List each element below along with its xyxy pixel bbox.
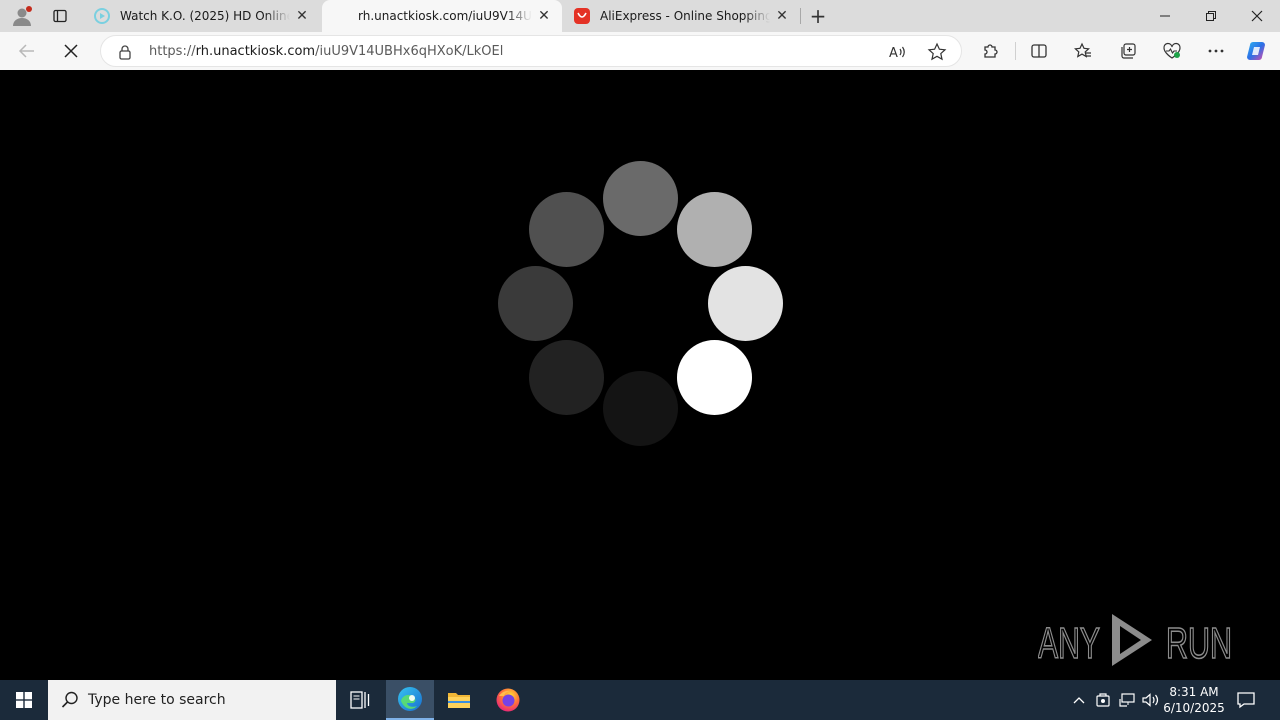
windows-taskbar: Type here to search 8:31 AM 6/10/2025 (0, 680, 1280, 720)
aliexpress-icon (574, 8, 590, 24)
chevron-up-icon (1073, 697, 1085, 704)
anyrun-watermark: ANY RUN (1038, 614, 1233, 669)
play-logo-icon (1112, 614, 1152, 666)
puzzle-icon (984, 44, 998, 58)
close-window-button[interactable] (1234, 0, 1280, 32)
extensions-button[interactable] (980, 40, 1002, 62)
profile-button[interactable] (8, 3, 36, 29)
folder-icon (448, 693, 470, 708)
network-button[interactable] (1116, 680, 1138, 720)
collections-icon (1121, 43, 1136, 59)
tray-app-button[interactable] (1093, 680, 1113, 720)
minimize-button[interactable] (1142, 0, 1188, 32)
taskbar-clock[interactable]: 8:31 AM 6/10/2025 (1158, 684, 1230, 716)
toolbar-divider (1015, 42, 1016, 60)
tab-title: rh.unactkiosk.com/iuU9V14UBHx (358, 9, 532, 23)
restore-button[interactable] (1188, 0, 1234, 32)
url-path: /iuU9V14UBHx6qHXoK/LkOEl (315, 44, 504, 59)
tab-strip: Watch K.O. (2025) HD Online with ✕ rh.un… (0, 0, 1280, 32)
taskbar-edge[interactable] (386, 680, 434, 720)
search-placeholder: Type here to search (88, 692, 226, 708)
address-bar[interactable]: https://rh.unactkiosk.com/iuU9V14UBHx6qH… (100, 35, 962, 67)
search-icon (61, 691, 78, 708)
task-view-icon (350, 691, 370, 709)
favorites-button[interactable] (1072, 40, 1094, 62)
favorites-icon (1074, 42, 1091, 58)
page-content (4, 70, 1276, 676)
browser-toolbar: https://rh.unactkiosk.com/iuU9V14UBHx6qH… (0, 32, 1280, 70)
url-text[interactable]: https://rh.unactkiosk.com/iuU9V14UBHx6qH… (149, 44, 503, 59)
clock-time: 8:31 AM (1169, 685, 1219, 699)
favorite-star-icon[interactable] (927, 42, 947, 62)
split-screen-icon (1031, 44, 1047, 58)
clock-date: 6/10/2025 (1163, 701, 1225, 715)
new-tab-button[interactable]: + (806, 4, 830, 28)
taskbar-firefox[interactable] (484, 680, 532, 720)
firefox-icon (496, 688, 520, 712)
tab-actions-button[interactable] (46, 4, 74, 28)
show-hidden-icons-button[interactable] (1068, 680, 1090, 720)
svg-text:A: A (889, 46, 898, 61)
url-host: rh.unactkiosk.com (195, 44, 316, 59)
arrow-left-icon (18, 44, 34, 58)
close-icon (1251, 10, 1263, 22)
url-scheme: https:// (149, 44, 196, 59)
browser-essentials-button[interactable] (1161, 40, 1183, 62)
tab-unactkiosk[interactable]: rh.unactkiosk.com/iuU9V14UBHx ✕ (322, 0, 562, 32)
collections-button[interactable] (1117, 40, 1139, 62)
split-screen-button[interactable] (1028, 40, 1050, 62)
copilot-icon (1247, 42, 1265, 60)
watermark-text-right: RUN (1166, 619, 1232, 668)
tab-aliexpress[interactable]: AliExpress - Online Shopping for ✕ (564, 0, 800, 32)
device-icon (1096, 693, 1110, 707)
edge-browser-icon (398, 687, 422, 711)
close-icon[interactable]: ✕ (532, 4, 556, 28)
start-button[interactable] (0, 680, 48, 720)
profile-notification-dot (26, 6, 32, 12)
read-aloud-icon[interactable]: A (887, 42, 907, 62)
tab-watch-ko[interactable]: Watch K.O. (2025) HD Online with ✕ (84, 0, 320, 32)
taskbar-file-explorer[interactable] (435, 680, 483, 720)
notification-center-button[interactable] (1234, 688, 1258, 712)
watermark-text-left: ANY (1038, 619, 1100, 668)
network-icon (1119, 693, 1135, 707)
notification-icon (1237, 692, 1255, 709)
close-icon[interactable]: ✕ (770, 4, 794, 28)
copilot-button[interactable] (1246, 40, 1268, 62)
tab-actions-icon (53, 9, 67, 23)
taskbar-search-box[interactable]: Type here to search (48, 680, 336, 720)
tab-divider (800, 8, 801, 24)
lock-icon[interactable] (117, 44, 133, 60)
back-button[interactable] (12, 36, 42, 66)
close-icon[interactable]: ✕ (290, 4, 314, 28)
play-icon (94, 8, 110, 24)
stop-loading-button[interactable] (56, 36, 86, 66)
restore-icon (1206, 11, 1216, 21)
tab-title: Watch K.O. (2025) HD Online with (120, 9, 290, 23)
minimize-icon (1160, 15, 1170, 17)
close-icon (64, 44, 78, 58)
tab-title: AliExpress - Online Shopping for (600, 9, 770, 23)
more-dots-icon (1208, 49, 1224, 53)
task-view-button[interactable] (336, 680, 384, 720)
settings-more-button[interactable] (1205, 40, 1227, 62)
heart-pulse-icon (1163, 42, 1181, 59)
windows-logo-icon (16, 692, 32, 708)
